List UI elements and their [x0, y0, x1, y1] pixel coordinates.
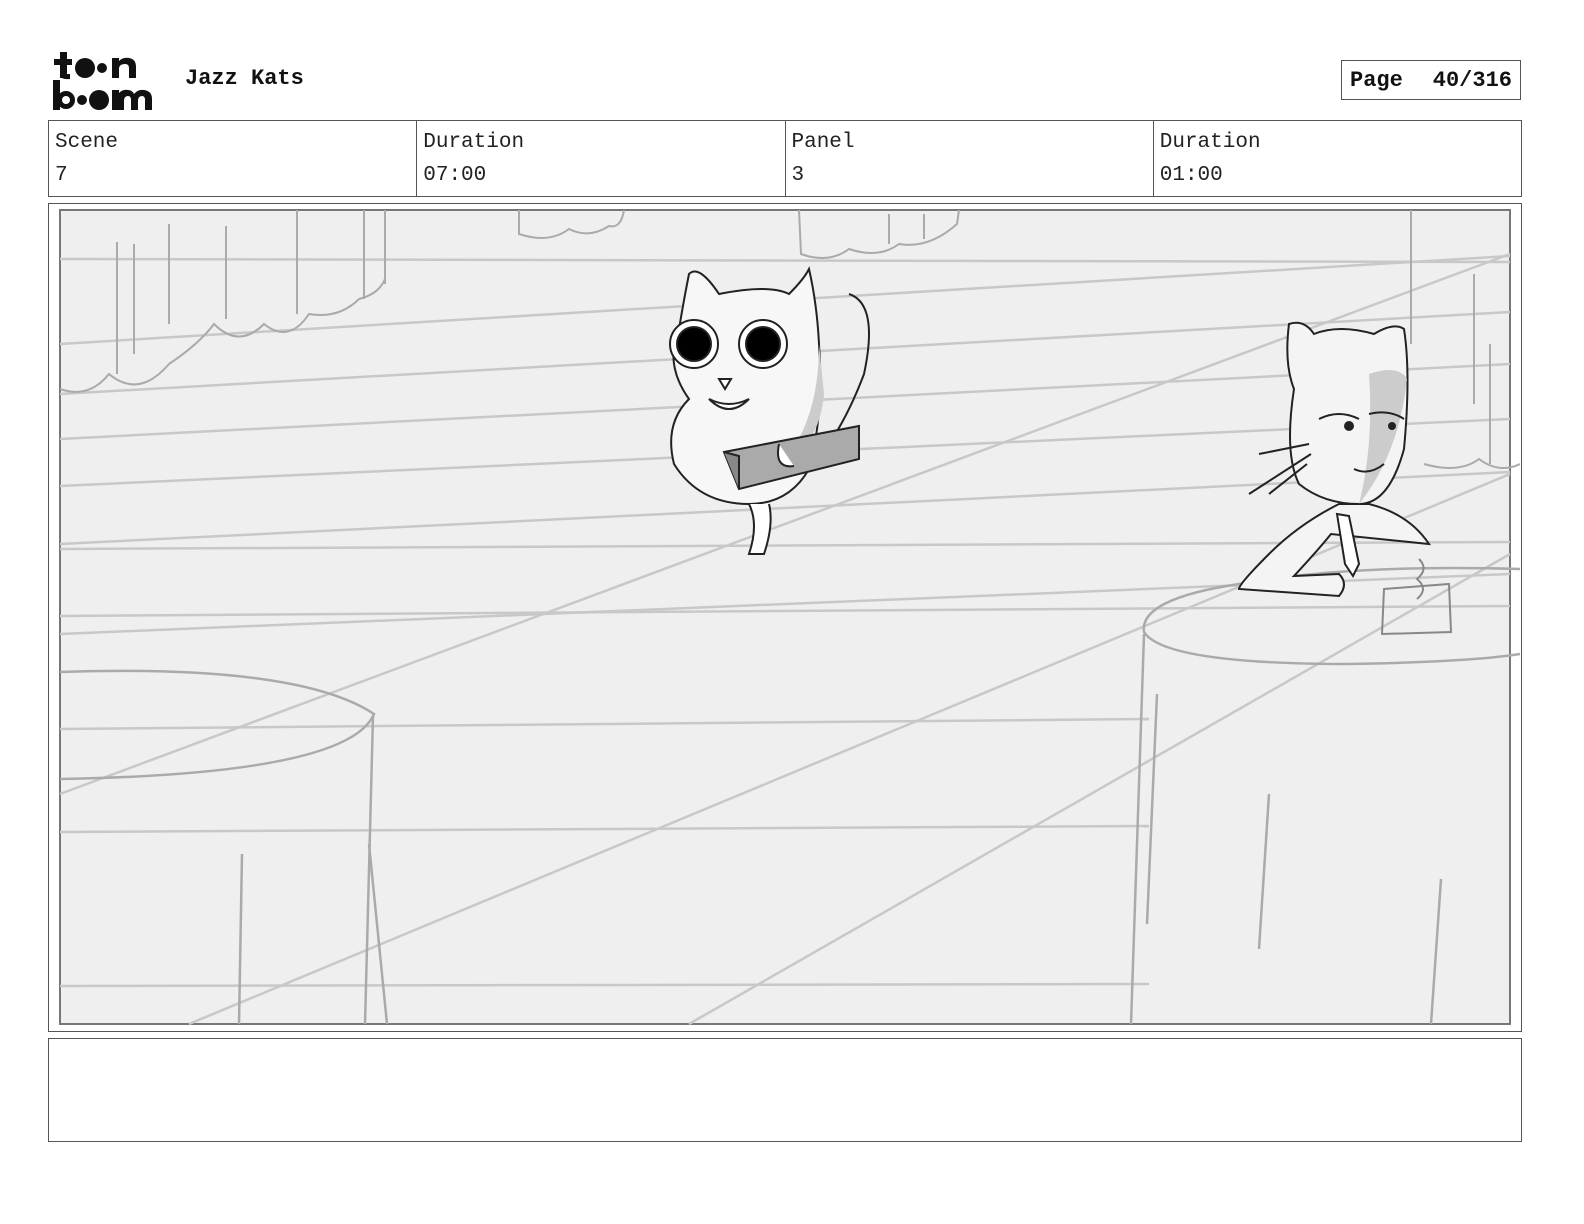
scene-duration-cell: Duration 07:00: [417, 121, 786, 196]
project-title: Jazz Kats: [185, 66, 304, 91]
panel-value: 3: [791, 164, 805, 187]
storyboard-page: Jazz Kats Page 40/316 Scene 7 Duration 0…: [0, 0, 1584, 1224]
panel-info-row: Scene 7 Duration 07:00 Panel 3 Duration …: [48, 120, 1522, 197]
panel-notes: [48, 1038, 1522, 1142]
scene-label: Scene: [55, 131, 119, 154]
page-label: Page: [1350, 67, 1403, 93]
panel-duration-label: Duration: [1159, 131, 1261, 154]
page-number: 40/316: [1432, 67, 1512, 93]
page-indicator: Page 40/316: [1341, 60, 1521, 100]
panel-image-frame: [48, 203, 1522, 1032]
scene-duration-label: Duration: [423, 131, 525, 154]
storyboard-sketch: [49, 204, 1520, 1030]
panel-duration-cell: Duration 01:00: [1154, 121, 1521, 196]
panel-label: Panel: [791, 131, 855, 154]
panel-cell: Panel 3: [786, 121, 1154, 196]
scene-duration-value: 07:00: [423, 164, 487, 187]
panel-duration-value: 01:00: [1159, 164, 1223, 187]
scene-value: 7: [55, 164, 68, 187]
scene-cell: Scene 7: [49, 121, 418, 196]
toon-boom-logo: [53, 52, 152, 110]
